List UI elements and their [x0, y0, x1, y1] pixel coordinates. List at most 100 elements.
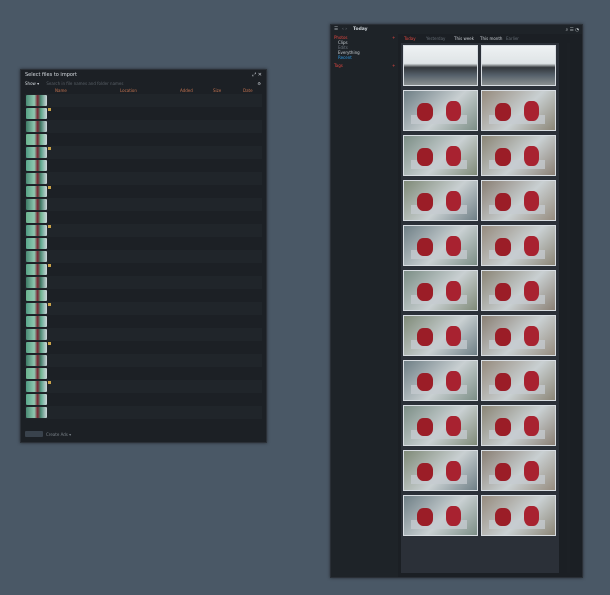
- file-row[interactable]: [25, 250, 262, 263]
- file-row[interactable]: [25, 276, 262, 289]
- file-thumbnail: [26, 186, 47, 197]
- photo-thumbnail[interactable]: [403, 495, 478, 536]
- file-thumbnail: [26, 238, 47, 249]
- import-button[interactable]: [25, 431, 43, 437]
- photo-thumbnail[interactable]: [481, 225, 556, 266]
- add-icon[interactable]: +: [392, 35, 395, 40]
- column-header[interactable]: Location: [120, 88, 137, 93]
- photo-thumbnail[interactable]: [403, 360, 478, 401]
- sidebar-tags-header[interactable]: Tags: [334, 63, 343, 68]
- photo-thumbnail[interactable]: [403, 180, 478, 221]
- photo-thumbnail[interactable]: [403, 45, 478, 86]
- main-title: Today: [353, 27, 368, 32]
- photo-thumbnail[interactable]: [481, 135, 556, 176]
- file-thumbnail: [26, 290, 47, 301]
- file-row[interactable]: [25, 237, 262, 250]
- photo-thumbnail[interactable]: [403, 405, 478, 446]
- add-tag-icon[interactable]: +: [392, 63, 395, 68]
- file-row[interactable]: [25, 328, 262, 341]
- file-thumbnail: [26, 134, 47, 145]
- file-row[interactable]: [25, 393, 262, 406]
- import-footer-label[interactable]: Create Ads ▾: [46, 432, 71, 437]
- tag-marker: [48, 342, 51, 345]
- file-row[interactable]: [25, 172, 262, 185]
- file-row[interactable]: [25, 94, 262, 107]
- file-thumbnail: [26, 173, 47, 184]
- file-thumbnail: [26, 108, 47, 119]
- photo-thumbnail[interactable]: [403, 315, 478, 356]
- file-row[interactable]: [25, 380, 262, 393]
- nav-arrows[interactable]: ‹ ›: [342, 27, 347, 32]
- photo-thumbnail[interactable]: [481, 180, 556, 221]
- photo-thumbnail[interactable]: [403, 135, 478, 176]
- tab[interactable]: Yesterday: [426, 36, 445, 41]
- photo-thumbnail[interactable]: [481, 495, 556, 536]
- file-row[interactable]: [25, 315, 262, 328]
- photo-thumbnail[interactable]: [481, 405, 556, 446]
- gear-icon[interactable]: ⚙: [257, 81, 261, 86]
- sidebar: Photos Clips Edits Everything Recent + + Tags: [331, 34, 398, 577]
- toolbar-icons[interactable]: ⌕ ☰ ◔: [566, 27, 579, 33]
- file-thumbnail: [26, 316, 47, 327]
- tag-marker: [48, 303, 51, 306]
- file-row[interactable]: [25, 289, 262, 302]
- file-row[interactable]: [25, 159, 262, 172]
- search-hint: Search in file names and folder names: [46, 81, 124, 86]
- tab[interactable]: This month: [480, 36, 502, 41]
- tab[interactable]: Today: [404, 36, 416, 41]
- window-controls[interactable]: ⤢ ✕: [252, 72, 262, 78]
- tag-marker: [48, 186, 51, 189]
- import-file-list[interactable]: [25, 94, 262, 419]
- file-row[interactable]: [25, 198, 262, 211]
- tab[interactable]: Earlier: [506, 36, 519, 41]
- column-header[interactable]: Name: [55, 88, 67, 93]
- tag-marker: [48, 264, 51, 267]
- column-header[interactable]: Date: [243, 88, 253, 93]
- column-header[interactable]: Added: [180, 88, 193, 93]
- tab-bar: Today Yesterday This week This month Earlier: [400, 35, 580, 42]
- sidebar-item[interactable]: Recent: [338, 55, 352, 60]
- photo-thumbnail[interactable]: [403, 270, 478, 311]
- tab[interactable]: This week: [454, 36, 474, 41]
- file-row[interactable]: [25, 107, 262, 120]
- file-row[interactable]: [25, 211, 262, 224]
- photo-thumbnail[interactable]: [481, 90, 556, 131]
- photo-thumbnail[interactable]: [403, 225, 478, 266]
- photo-thumbnail[interactable]: [481, 360, 556, 401]
- photo-thumbnail[interactable]: [481, 45, 556, 86]
- file-row[interactable]: [25, 406, 262, 419]
- file-row[interactable]: [25, 120, 262, 133]
- scrollbar[interactable]: [567, 43, 570, 573]
- file-row[interactable]: [25, 146, 262, 159]
- photo-thumbnail[interactable]: [481, 315, 556, 356]
- file-row[interactable]: [25, 354, 262, 367]
- filter-row: Show ▾ Search in file names and folder n…: [25, 81, 262, 87]
- file-row[interactable]: [25, 133, 262, 146]
- photo-thumbnail[interactable]: [481, 270, 556, 311]
- file-row[interactable]: [25, 367, 262, 380]
- file-thumbnail: [26, 225, 47, 236]
- tag-marker: [48, 381, 51, 384]
- file-row[interactable]: [25, 224, 262, 237]
- import-footer: Create Ads ▾: [25, 430, 262, 439]
- file-thumbnail: [26, 342, 47, 353]
- file-thumbnail: [26, 264, 47, 275]
- tag-marker: [48, 225, 51, 228]
- file-thumbnail: [26, 381, 47, 392]
- photo-thumbnail[interactable]: [403, 90, 478, 131]
- show-dropdown[interactable]: Show ▾: [25, 81, 39, 86]
- column-header[interactable]: Size: [213, 88, 221, 93]
- file-thumbnail: [26, 355, 47, 366]
- file-thumbnail: [26, 277, 47, 288]
- file-row[interactable]: [25, 263, 262, 276]
- photo-thumbnail[interactable]: [403, 450, 478, 491]
- file-thumbnail: [26, 212, 47, 223]
- file-thumbnail: [26, 394, 47, 405]
- tag-marker: [48, 147, 51, 150]
- file-row[interactable]: [25, 185, 262, 198]
- photo-thumbnail[interactable]: [481, 450, 556, 491]
- menu-icon[interactable]: ☰: [334, 27, 338, 32]
- file-thumbnail: [26, 121, 47, 132]
- file-row[interactable]: [25, 341, 262, 354]
- file-row[interactable]: [25, 302, 262, 315]
